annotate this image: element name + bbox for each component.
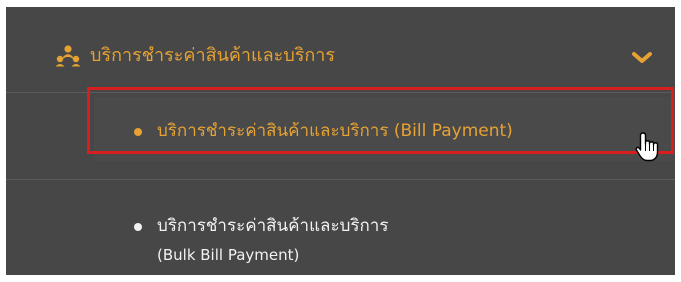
- sidebar-menu-panel: บริการชำระค่าสินค้าและบริการ บริการชำระค…: [6, 7, 675, 275]
- menu-divider: [6, 92, 675, 93]
- menu-item-label: บริการชำระค่าสินค้าและบริการ: [157, 216, 389, 236]
- menu-group-label: บริการชำระค่าสินค้าและบริการ: [90, 45, 336, 66]
- hand-pointer-icon: [635, 132, 659, 162]
- network-icon: [55, 45, 81, 67]
- menu-item-bill-payment[interactable]: บริการชำระค่าสินค้าและบริการ (Bill Payme…: [94, 97, 675, 161]
- menu-item-label-line2: (Bulk Bill Payment): [157, 246, 300, 264]
- menu-group-bill-payment[interactable]: บริการชำระค่าสินค้าและบริการ: [6, 7, 675, 92]
- bullet-icon: [134, 223, 142, 231]
- menu-item-bulk-bill-payment[interactable]: บริการชำระค่าสินค้าและบริการ (Bulk Bill …: [94, 193, 675, 273]
- bullet-icon: [134, 128, 142, 136]
- menu-item-label: บริการชำระค่าสินค้าและบริการ (Bill Payme…: [157, 121, 513, 141]
- menu-divider: [6, 179, 675, 180]
- chevron-down-icon[interactable]: [631, 51, 653, 65]
